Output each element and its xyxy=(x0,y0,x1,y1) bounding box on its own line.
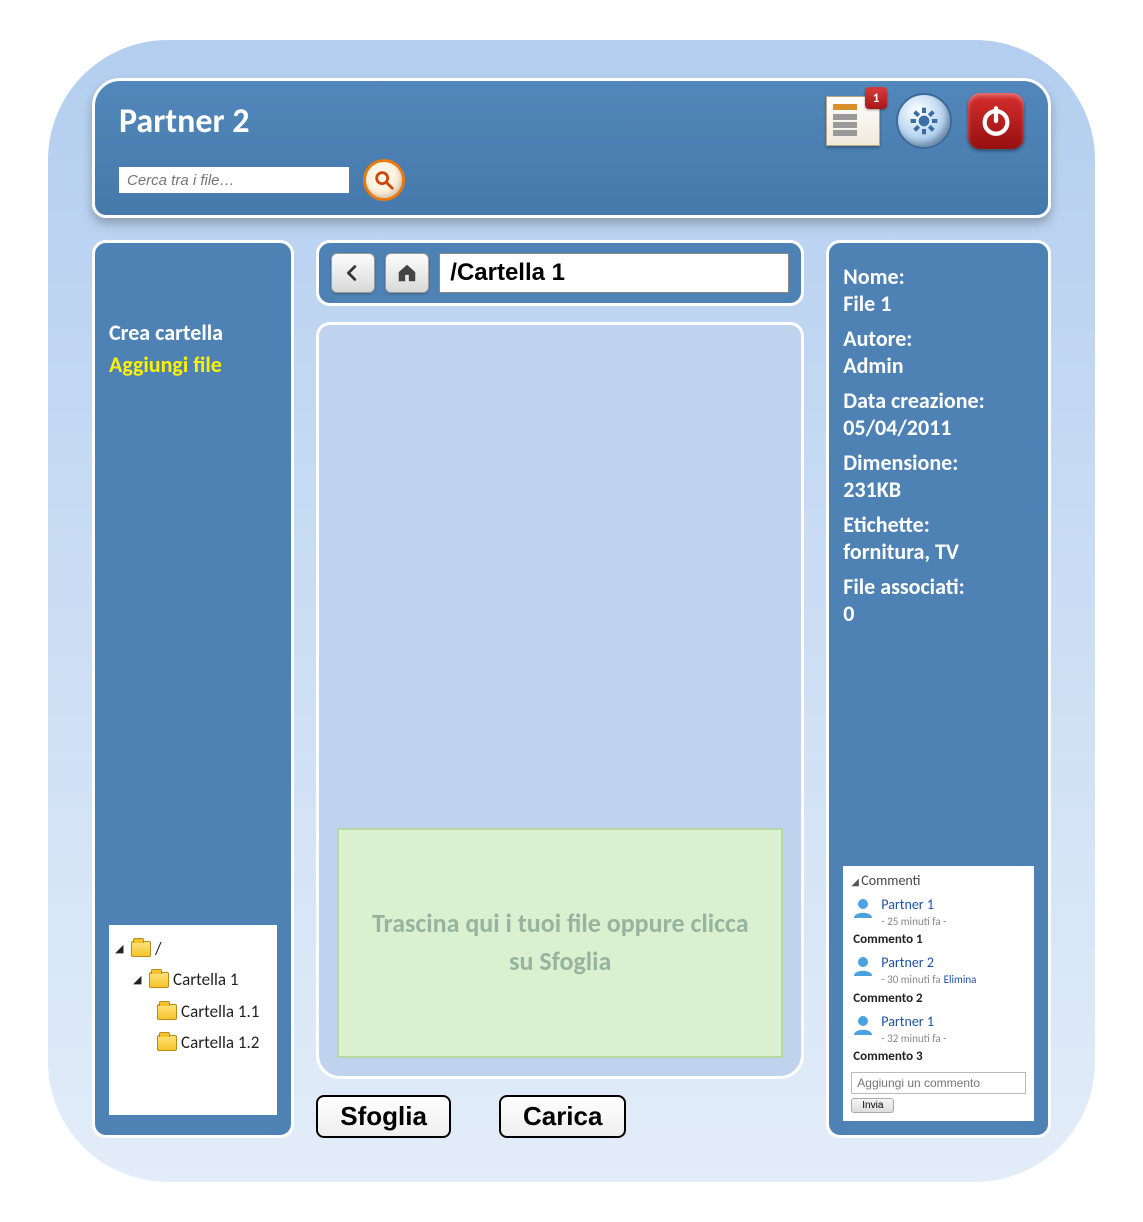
detail-author-value: Admin xyxy=(843,352,1034,379)
body-row: Crea cartella Aggiungi file ◢ / ◢ Cartel… xyxy=(92,240,1051,1138)
notifications-icon[interactable]: 1 xyxy=(826,96,880,146)
tree-item-cartella1-1[interactable]: Cartella 1.1 xyxy=(115,996,271,1027)
details-panel: Nome: File 1 Autore: Admin Data creazion… xyxy=(826,240,1051,1138)
detail-size-label: Dimensione: xyxy=(843,449,1034,476)
tree-toggle-icon[interactable]: ◢ xyxy=(115,939,127,959)
comment-text: Commento 3 xyxy=(853,1049,1026,1064)
browse-button[interactable]: Sfoglia xyxy=(316,1095,451,1138)
comment-author: Partner 2 xyxy=(881,954,934,971)
notification-badge: 1 xyxy=(865,87,887,109)
comment-text: Commento 2 xyxy=(853,991,1026,1006)
detail-name-value: File 1 xyxy=(843,290,1034,317)
detail-created-label: Data creazione: xyxy=(843,387,1034,414)
tree-label: Cartella 1.2 xyxy=(181,1027,259,1058)
comment-meta: - 25 minuti fa - xyxy=(881,915,946,928)
detail-name-label: Nome: xyxy=(843,263,1034,290)
folder-icon xyxy=(149,972,169,988)
folder-tree: ◢ / ◢ Cartella 1 Cartella 1.1 Cartella 1… xyxy=(109,925,277,1115)
comment-text: Commento 1 xyxy=(853,932,1026,947)
search-input[interactable] xyxy=(119,167,349,193)
comment-delete-link[interactable]: Elimina xyxy=(944,973,977,986)
tree-root[interactable]: ◢ / xyxy=(115,933,271,964)
detail-linked-label: File associati: xyxy=(843,573,1034,600)
path-panel xyxy=(316,240,804,306)
app-frame: Partner 2 1 Crea cartella xyxy=(48,40,1095,1182)
detail-tags-value: fornitura, TV xyxy=(843,538,1034,565)
tree-item-cartella1-2[interactable]: Cartella 1.2 xyxy=(115,1027,271,1058)
comment-author: Partner 1 xyxy=(881,1013,934,1030)
tree-label: Cartella 1.1 xyxy=(181,996,259,1027)
home-button[interactable] xyxy=(385,253,429,293)
comment-meta: - 30 minuti fa xyxy=(881,973,940,986)
upload-area: Trascina qui i tuoi file oppure clicca s… xyxy=(316,322,804,1079)
settings-icon[interactable] xyxy=(896,93,952,149)
power-icon[interactable] xyxy=(968,93,1024,149)
center-column: Trascina qui i tuoi file oppure clicca s… xyxy=(316,240,804,1138)
comment-item: Partner 1 - 32 minuti fa - xyxy=(851,1010,1026,1048)
comments-list: Partner 1- 25 minuti fa -Commento 1Partn… xyxy=(851,893,1026,1065)
path-input[interactable] xyxy=(439,253,789,293)
dropzone[interactable]: Trascina qui i tuoi file oppure clicca s… xyxy=(337,828,783,1058)
detail-tags-label: Etichette: xyxy=(843,511,1034,538)
avatar-icon xyxy=(851,954,875,978)
back-button[interactable] xyxy=(331,253,375,293)
avatar-icon xyxy=(851,1013,875,1037)
tree-label: Cartella 1 xyxy=(173,964,239,995)
comments-box: Commenti Partner 1 - 25 minuti fa - Commen… xyxy=(843,866,1034,1122)
detail-author-label: Autore: xyxy=(843,325,1034,352)
comment-item: Partner 1 - 25 minuti fa - xyxy=(851,893,1026,931)
detail-created-value: 05/04/2011 xyxy=(843,414,1034,441)
add-file-link[interactable]: Aggiungi file xyxy=(109,349,277,381)
add-comment-input[interactable] xyxy=(851,1072,1026,1094)
sidebar-panel: Crea cartella Aggiungi file ◢ / ◢ Cartel… xyxy=(92,240,294,1138)
detail-linked-value: 0 xyxy=(843,600,1034,627)
comment-item: Partner 2 - 30 minuti fa Elimina xyxy=(851,951,1026,989)
avatar-icon xyxy=(851,896,875,920)
header-row-search xyxy=(119,159,1024,201)
folder-icon xyxy=(157,1035,177,1051)
folder-icon xyxy=(131,941,151,957)
upload-button[interactable]: Carica xyxy=(499,1095,627,1138)
create-folder-link[interactable]: Crea cartella xyxy=(109,317,277,349)
app-title: Partner 2 xyxy=(119,101,249,142)
folder-icon xyxy=(157,1004,177,1020)
header-actions: 1 xyxy=(826,93,1024,149)
tree-toggle-icon[interactable]: ◢ xyxy=(133,970,145,990)
tree-item-cartella1[interactable]: ◢ Cartella 1 xyxy=(115,964,271,995)
detail-size-value: 231KB xyxy=(843,476,1034,503)
send-comment-button[interactable]: Invia xyxy=(851,1098,894,1113)
header-row-top: Partner 2 1 xyxy=(119,93,1024,149)
header-bar: Partner 2 1 xyxy=(92,78,1051,218)
comment-meta: - 32 minuti fa - xyxy=(881,1032,946,1045)
comments-title: Commenti xyxy=(851,872,1026,889)
action-row: Sfoglia Carica xyxy=(316,1095,804,1138)
tree-label: / xyxy=(155,933,162,964)
comment-author: Partner 1 xyxy=(881,896,934,913)
search-button[interactable] xyxy=(363,159,405,201)
